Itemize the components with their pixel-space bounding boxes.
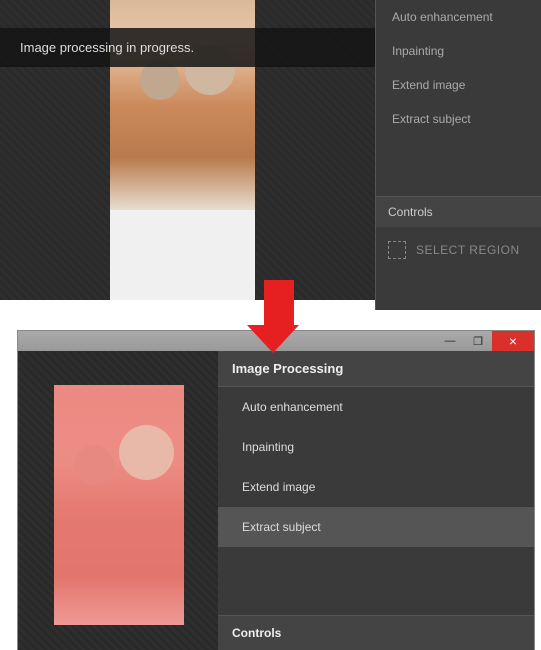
select-region-label: SELECT REGION xyxy=(416,243,520,257)
spacer xyxy=(218,547,534,615)
bottom-body: Image Processing Auto enhancement Inpain… xyxy=(18,351,534,650)
controls-header: Controls xyxy=(376,196,541,227)
canvas-area xyxy=(18,351,218,650)
subject-mask-overlay xyxy=(54,385,184,625)
select-region-button[interactable]: SELECT REGION xyxy=(376,227,541,273)
maximize-button[interactable]: ❐ xyxy=(464,331,492,351)
menu-item-inpainting[interactable]: Inpainting xyxy=(376,34,541,68)
right-sidebar: Image Processing Auto enhancement Inpain… xyxy=(218,351,534,650)
menu-item-extend-image[interactable]: Extend image xyxy=(376,68,541,102)
transition-arrow-icon xyxy=(258,280,299,353)
menu-item-auto-enhancement[interactable]: Auto enhancement xyxy=(218,387,534,427)
select-region-icon xyxy=(388,241,406,259)
status-toast: Image processing in progress. xyxy=(0,28,375,67)
top-state-panel: Image processing in progress. Auto enhan… xyxy=(0,0,541,310)
canvas-area: Image processing in progress. xyxy=(0,0,375,300)
right-sidebar: Auto enhancement Inpainting Extend image… xyxy=(375,0,541,310)
preview-image xyxy=(54,385,184,625)
menu-item-extend-image[interactable]: Extend image xyxy=(218,467,534,507)
controls-header: Controls xyxy=(218,615,534,650)
menu-item-extract-subject[interactable]: Extract subject xyxy=(376,102,541,136)
menu-item-auto-enhancement[interactable]: Auto enhancement xyxy=(376,0,541,34)
menu-item-inpainting[interactable]: Inpainting xyxy=(218,427,534,467)
menu-item-extract-subject[interactable]: Extract subject xyxy=(218,507,534,547)
bottom-state-panel: — ❐ × Image Processing Auto enhancement … xyxy=(17,330,535,650)
close-button[interactable]: × xyxy=(492,331,534,351)
minimize-button[interactable]: — xyxy=(436,331,464,351)
panel-title: Image Processing xyxy=(218,351,534,387)
